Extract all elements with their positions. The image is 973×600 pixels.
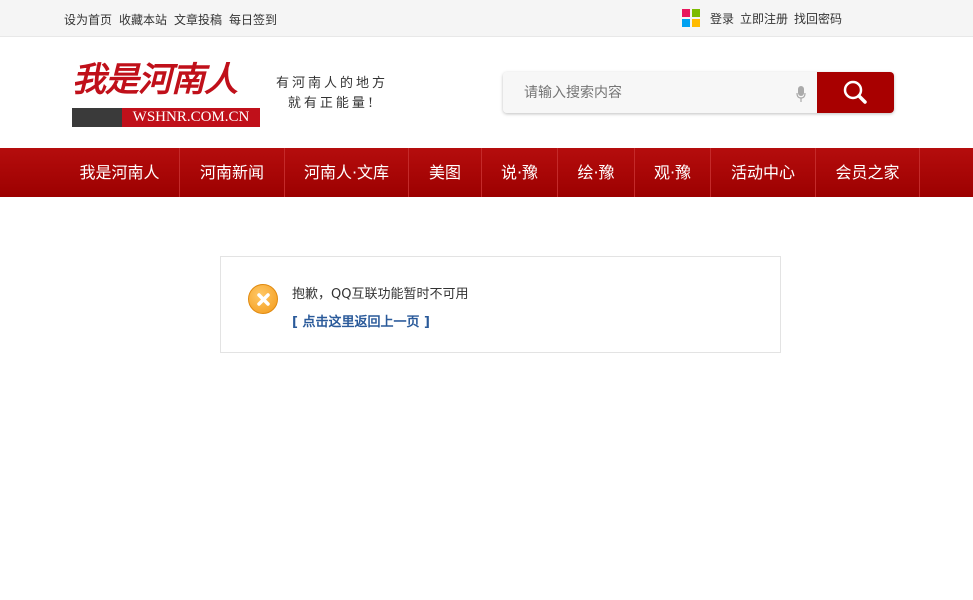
logo-text: 我是河南人 — [72, 60, 238, 100]
go-back-link[interactable]: [ 点击这里返回上一页 ] — [292, 311, 430, 330]
nav-item-members[interactable]: 会员之家 — [816, 148, 920, 197]
set-homepage-link[interactable]: 设为首页 — [64, 11, 112, 28]
nav-item-view[interactable]: 观·豫 — [635, 148, 711, 197]
search-icon — [843, 80, 867, 104]
nav-item-library[interactable]: 河南人·文库 — [285, 148, 409, 197]
login-link[interactable]: 登录 — [710, 10, 734, 27]
top-links: 设为首页 收藏本站 文章投稿 每日签到 — [64, 11, 277, 28]
daily-checkin-link[interactable]: 每日签到 — [229, 11, 277, 28]
nav-item-talk[interactable]: 说·豫 — [482, 148, 558, 197]
logo-domain-bar: WSHNR.COM.CN — [72, 108, 260, 127]
error-icon — [248, 284, 278, 314]
nav-item-draw[interactable]: 绘·豫 — [558, 148, 635, 197]
nav-item-news[interactable]: 河南新闻 — [180, 148, 285, 197]
microphone-icon[interactable] — [796, 86, 806, 102]
bookmark-link[interactable]: 收藏本站 — [119, 11, 167, 28]
search-input[interactable] — [503, 72, 817, 113]
slogan: 有河南人的地方 就有正能量! — [276, 74, 388, 114]
slogan-line-1: 有河南人的地方 — [276, 76, 389, 91]
top-bar: 设为首页 收藏本站 文章投稿 每日签到 登录 立即注册 找回密码 — [0, 0, 973, 37]
search-bar — [503, 72, 894, 113]
submit-article-link[interactable]: 文章投稿 — [174, 11, 222, 28]
main-nav: 我是河南人 河南新闻 河南人·文库 美图 说·豫 绘·豫 观·豫 活动中心 会员… — [0, 148, 973, 197]
slogan-line-2: 就有正能量! — [287, 96, 377, 111]
user-links: 登录 立即注册 找回密码 — [682, 9, 842, 27]
nav-item-photos[interactable]: 美图 — [409, 148, 482, 197]
register-link[interactable]: 立即注册 — [740, 10, 788, 27]
site-logo[interactable]: 我是河南人 WSHNR.COM.CN — [72, 60, 260, 128]
windows-logo-icon[interactable] — [682, 9, 700, 27]
message-box: 抱歉，QQ互联功能暂时不可用 [ 点击这里返回上一页 ] — [220, 256, 781, 353]
search-button[interactable] — [817, 72, 894, 113]
error-message: 抱歉，QQ互联功能暂时不可用 — [292, 287, 469, 302]
recover-password-link[interactable]: 找回密码 — [794, 10, 842, 27]
nav-item-events[interactable]: 活动中心 — [711, 148, 816, 197]
logo-domain: WSHNR.COM.CN — [122, 108, 260, 127]
nav-item-home[interactable]: 我是河南人 — [60, 148, 180, 197]
